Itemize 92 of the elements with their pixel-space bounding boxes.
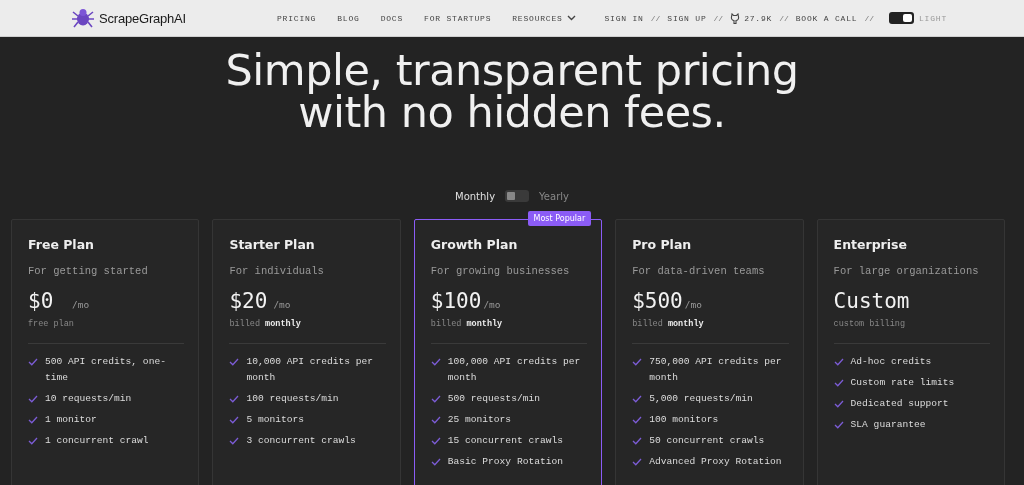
monthly-label: Monthly bbox=[455, 190, 496, 202]
plan-name: Enterprise bbox=[833, 237, 908, 252]
nav-link[interactable]: SIGN UP bbox=[667, 13, 707, 23]
feature-text: 500 requests/min bbox=[447, 392, 540, 406]
feature-text: 3 concurrent crawls bbox=[246, 434, 356, 448]
feature-text: 50 concurrent crawls bbox=[649, 434, 765, 448]
feature-text: 500 API credits, one-time bbox=[45, 355, 167, 385]
feature-text: 100 monitors bbox=[649, 413, 719, 427]
billing-note: billed monthly bbox=[430, 319, 504, 329]
plan-tagline: For getting started bbox=[28, 265, 149, 277]
check-icon bbox=[430, 458, 441, 466]
nav-link[interactable]: DOCS bbox=[380, 13, 404, 23]
popular-badge: Most Popular bbox=[527, 211, 592, 226]
plan-price: $500 bbox=[632, 289, 683, 313]
plan-price: $20 bbox=[229, 289, 269, 313]
check-icon bbox=[229, 437, 240, 445]
feature-text: 5,000 requests/min bbox=[649, 392, 753, 406]
plan-name: Free Plan bbox=[28, 237, 95, 252]
spider-icon bbox=[72, 8, 94, 28]
plan-price: $100 bbox=[430, 289, 482, 313]
check-icon bbox=[632, 395, 643, 403]
check-icon bbox=[632, 416, 643, 424]
plan-tagline: For data-driven teams bbox=[632, 265, 766, 277]
github-stars-link[interactable]: 27.9K bbox=[730, 12, 773, 24]
separator-text: // bbox=[650, 13, 661, 23]
plan-tagline: For growing businesses bbox=[430, 265, 571, 277]
billing-note: free plan bbox=[28, 319, 75, 329]
page-heading: Simple, transparent pricing with no hidden fees. bbox=[224, 49, 800, 133]
check-icon bbox=[430, 358, 441, 366]
feature-text: Dedicated support bbox=[850, 397, 949, 411]
feature-text: 100,000 API credits per month bbox=[447, 355, 582, 385]
check-icon bbox=[229, 358, 240, 366]
billing-note: billed monthly bbox=[229, 319, 302, 329]
plan-name: Growth Plan bbox=[430, 237, 519, 252]
feature-text: SLA guarantee bbox=[850, 418, 926, 432]
price-unit: /mo bbox=[273, 299, 291, 310]
brand-name[interactable]: ScrapeGraphAI bbox=[99, 10, 186, 26]
check-icon bbox=[833, 358, 844, 366]
theme-label: LIGHT bbox=[919, 13, 947, 23]
chevron-down-icon bbox=[566, 15, 576, 21]
feature-text: 5 monitors bbox=[246, 413, 304, 427]
plan-tagline: For large organizations bbox=[833, 265, 980, 277]
feature-text: 10 requests/min bbox=[45, 392, 132, 406]
plan-tagline: For individuals bbox=[229, 265, 325, 277]
feature-text: 25 monitors bbox=[447, 413, 512, 427]
nav-link[interactable]: BOOK A CALL bbox=[795, 13, 858, 23]
theme-toggle[interactable] bbox=[889, 12, 914, 24]
github-icon bbox=[730, 12, 741, 24]
nav-link[interactable]: BLOG bbox=[337, 13, 360, 23]
feature-text: 750,000 API credits per month bbox=[649, 355, 783, 385]
feature-text: 15 concurrent crawls bbox=[447, 434, 563, 448]
feature-text: Custom rate limits bbox=[850, 376, 955, 390]
feature-text: 1 concurrent crawl bbox=[45, 434, 149, 448]
price-unit: /mo bbox=[483, 299, 501, 310]
feature-text: 10,000 API credits per month bbox=[246, 355, 375, 385]
yearly-label: Yearly bbox=[539, 190, 569, 202]
plan-price: $0 bbox=[28, 289, 55, 313]
check-icon bbox=[430, 395, 441, 403]
check-icon bbox=[229, 416, 240, 424]
billing-note: billed monthly bbox=[632, 319, 705, 329]
separator-text: // bbox=[864, 13, 874, 23]
feature-text: Ad-hoc credits bbox=[850, 355, 932, 369]
nav-link[interactable]: FOR STARTUPS bbox=[424, 13, 492, 23]
check-icon bbox=[632, 358, 643, 366]
check-icon bbox=[833, 400, 844, 408]
plan-name: Pro Plan bbox=[632, 237, 693, 252]
plan-name: Starter Plan bbox=[229, 237, 316, 252]
feature-text: Basic Proxy Rotation bbox=[447, 455, 563, 469]
check-icon bbox=[229, 395, 240, 403]
price-unit: /mo bbox=[72, 299, 90, 310]
check-icon bbox=[430, 437, 441, 445]
feature-text: 1 monitor bbox=[45, 413, 97, 427]
feature-text: Advanced Proxy Rotation bbox=[649, 455, 782, 469]
separator-text: // bbox=[779, 13, 789, 23]
nav-link[interactable]: RESOURCES bbox=[512, 13, 576, 23]
check-icon bbox=[833, 421, 844, 429]
check-icon bbox=[632, 437, 643, 445]
check-icon bbox=[28, 395, 38, 403]
plan-price: Custom bbox=[833, 289, 910, 313]
nav-link[interactable]: PRICING bbox=[277, 13, 317, 23]
check-icon bbox=[632, 458, 643, 466]
check-icon bbox=[28, 358, 38, 366]
check-icon bbox=[28, 437, 38, 445]
separator-text: // bbox=[713, 13, 724, 23]
billing-note: custom billing bbox=[833, 319, 906, 329]
billing-toggle[interactable] bbox=[505, 190, 530, 202]
check-icon bbox=[430, 416, 441, 424]
feature-text: 100 requests/min bbox=[246, 392, 339, 406]
price-unit: /mo bbox=[684, 299, 702, 310]
check-icon bbox=[28, 416, 38, 424]
nav-link[interactable]: SIGN IN bbox=[604, 13, 644, 23]
check-icon bbox=[833, 379, 844, 387]
